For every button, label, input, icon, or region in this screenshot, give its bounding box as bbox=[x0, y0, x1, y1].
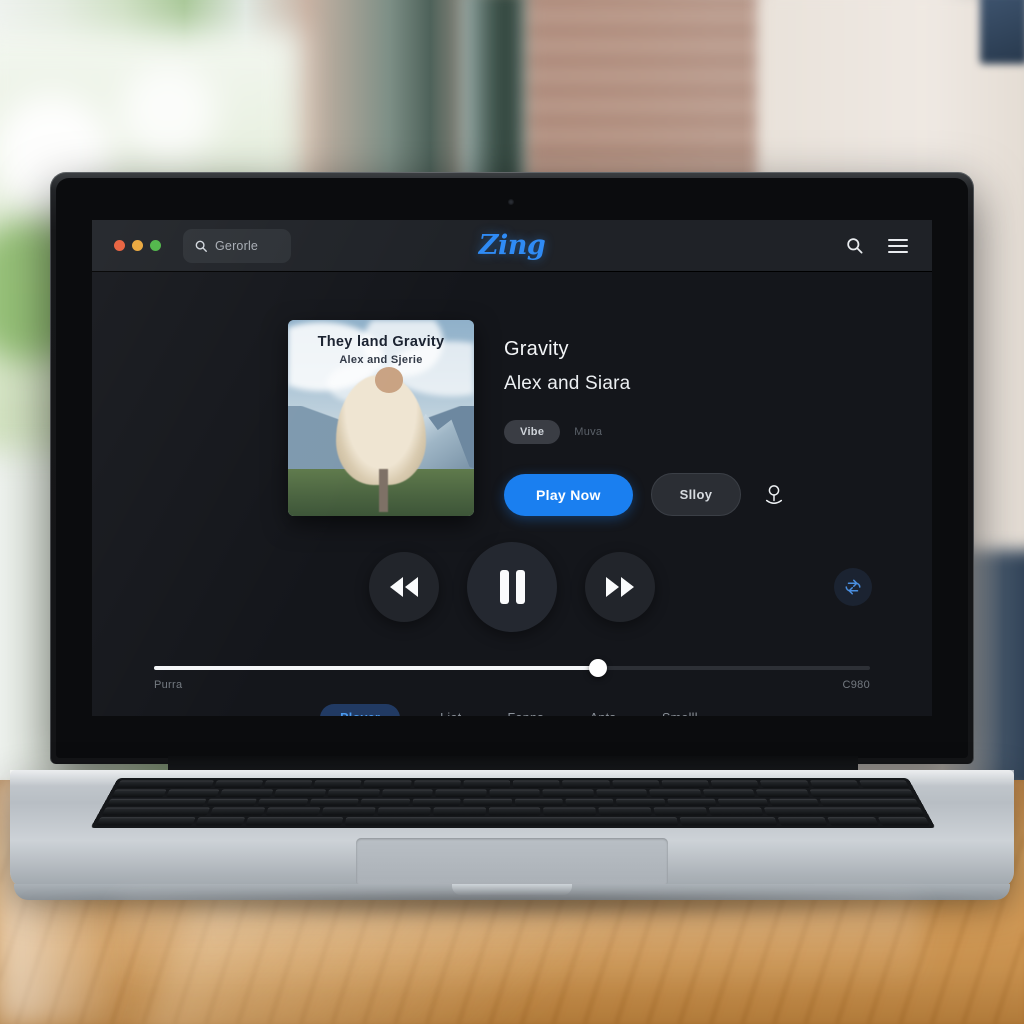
window-controls[interactable] bbox=[114, 240, 161, 251]
keyboard-row bbox=[101, 807, 925, 816]
action-buttons: Play Now Slloy bbox=[504, 473, 789, 516]
cover-title-text: They land Gravity bbox=[317, 333, 445, 350]
genre-badge[interactable]: Vibe bbox=[504, 420, 561, 444]
time-labels: Purra C980 bbox=[154, 679, 870, 691]
save-location-button[interactable] bbox=[759, 480, 789, 510]
fast-forward-button[interactable] bbox=[585, 552, 655, 622]
remaining-time: C980 bbox=[842, 679, 870, 691]
laptop: Gerorle Zing They land Gravity Alex and … bbox=[0, 0, 1024, 1024]
hamburger-menu-icon bbox=[888, 238, 908, 253]
zing-music-app: Gerorle Zing They land Gravity Alex and … bbox=[92, 220, 932, 716]
cover-figure-head bbox=[375, 367, 404, 393]
play-now-button[interactable]: Play Now bbox=[504, 473, 633, 516]
tab-smolll[interactable]: Smolll bbox=[656, 704, 704, 716]
player-content: They land Gravity Alex and Sjerie Gravit… bbox=[92, 272, 932, 716]
tag-row: Vibe Muva bbox=[504, 420, 789, 444]
progress-slider[interactable] bbox=[154, 659, 870, 677]
tab-ployer[interactable]: Ployer bbox=[320, 704, 401, 716]
elapsed-time: Purra bbox=[154, 679, 183, 691]
tab-liat[interactable]: Liat bbox=[434, 704, 467, 716]
secondary-action-button[interactable]: Slloy bbox=[650, 473, 742, 516]
search-icon bbox=[846, 238, 862, 254]
location-pin-icon bbox=[766, 484, 783, 504]
keyboard-row bbox=[106, 798, 920, 807]
trackpad[interactable] bbox=[356, 838, 668, 886]
secondary-label: Muva bbox=[574, 426, 603, 438]
keyboard[interactable] bbox=[90, 778, 936, 829]
track-metadata: Gravity Alex and Siara Vibe Muva Play No… bbox=[504, 320, 789, 516]
minimize-window-button[interactable] bbox=[132, 240, 143, 251]
pause-button[interactable] bbox=[467, 542, 557, 632]
search-icon bbox=[195, 240, 207, 252]
photo-scene: Gerorle Zing They land Gravity Alex and … bbox=[0, 0, 1024, 1024]
cover-artist-text: Alex and Sjerie bbox=[339, 354, 423, 367]
titlebar-actions bbox=[842, 234, 910, 258]
bottom-tab-bar: Ployer Liat Fanns Ants Smolll bbox=[92, 704, 932, 716]
search-input[interactable]: Gerorle bbox=[183, 228, 291, 263]
repeat-button[interactable] bbox=[834, 568, 872, 606]
album-cover-art[interactable]: They land Gravity Alex and Sjerie bbox=[288, 320, 474, 516]
fast-forward-icon bbox=[606, 577, 634, 597]
search-input-value: Gerorle bbox=[215, 238, 259, 253]
track-artist: Alex and Siara bbox=[504, 373, 631, 394]
progress-fill bbox=[154, 666, 598, 670]
search-button[interactable] bbox=[842, 234, 866, 258]
track-title: Gravity bbox=[504, 338, 569, 360]
pause-icon bbox=[499, 570, 525, 604]
keyboard-row bbox=[96, 817, 930, 826]
webcam-icon bbox=[508, 199, 514, 205]
app-titlebar: Gerorle Zing bbox=[92, 220, 932, 272]
repeat-icon bbox=[845, 579, 861, 595]
close-window-button[interactable] bbox=[114, 240, 125, 251]
now-playing-hero: They land Gravity Alex and Sjerie Gravit… bbox=[92, 272, 932, 516]
rewind-icon bbox=[390, 577, 418, 597]
progress-section: Purra C980 bbox=[154, 659, 870, 691]
progress-thumb[interactable] bbox=[588, 659, 607, 677]
cover-figure-leg bbox=[379, 468, 389, 513]
keyboard-row bbox=[116, 780, 910, 788]
playback-controls bbox=[92, 542, 932, 632]
rewind-button[interactable] bbox=[369, 552, 439, 622]
maximize-window-button[interactable] bbox=[150, 240, 161, 251]
desk-laptop-reflection bbox=[120, 900, 920, 990]
keyboard-row bbox=[111, 789, 915, 797]
laptop-front-notch bbox=[452, 884, 572, 895]
tab-fanns[interactable]: Fanns bbox=[502, 704, 550, 716]
menu-button[interactable] bbox=[886, 234, 910, 258]
tab-ants[interactable]: Ants bbox=[584, 704, 622, 716]
laptop-screen: Gerorle Zing They land Gravity Alex and … bbox=[92, 220, 932, 716]
